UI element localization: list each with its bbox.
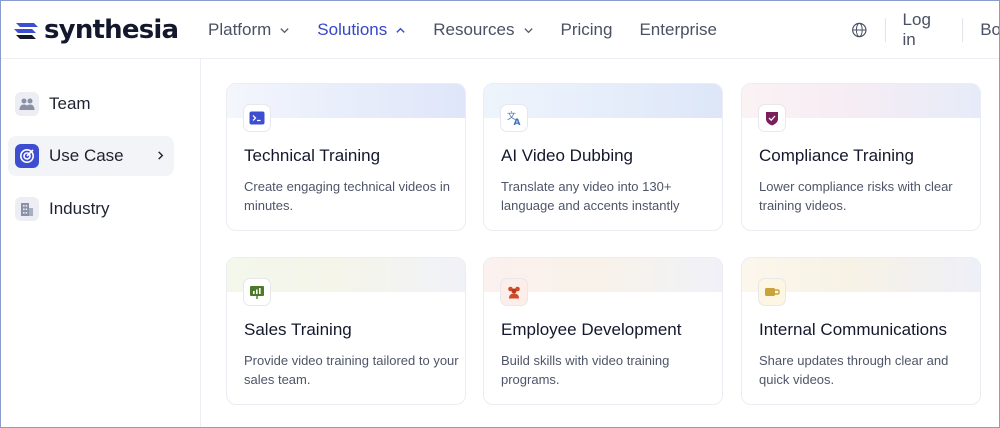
chevron-down-icon [523, 27, 533, 33]
people-icon [500, 278, 528, 306]
nav-resources[interactable]: Resources [433, 1, 533, 59]
translate-icon: 文 A [500, 104, 528, 132]
nav-label: Platform [208, 20, 272, 39]
book-demo-link[interactable]: Bo [980, 20, 999, 40]
building-icon [15, 197, 39, 221]
card-ai-video-dubbing[interactable]: 文 A AI Video Dubbing Translate any video… [483, 83, 723, 231]
sidebar-item-industry[interactable]: Industry [8, 189, 174, 229]
solutions-sidebar: Team Use Case Industry [1, 59, 201, 427]
card-description: Build skills with video training program… [501, 353, 670, 387]
sidebar-item-label: Industry [49, 199, 110, 218]
card-title: AI Video Dubbing [501, 146, 634, 165]
card-compliance-training[interactable]: Compliance Training Lower compliance ris… [741, 83, 981, 231]
header-divider [884, 18, 886, 42]
card-technical-training[interactable]: Technical Training Create engaging techn… [226, 83, 466, 231]
sidebar-item-team[interactable]: Team [8, 84, 174, 124]
top-header: synthesia Platform Solutions Resources P… [1, 1, 999, 59]
login-link[interactable]: Log in [903, 10, 946, 50]
card-title: Internal Communications [759, 320, 948, 339]
nav-enterprise[interactable]: Enterprise [639, 1, 716, 59]
card-description: Lower compliance risks with clear traini… [759, 179, 953, 213]
card-employee-development[interactable]: Employee Development Build skills with v… [483, 257, 723, 405]
header-divider [962, 18, 964, 42]
main-nav: Platform Solutions Resources Pricing Ent… [208, 1, 744, 59]
header-actions: Log in Bo [851, 1, 999, 59]
card-title: Sales Training [244, 320, 352, 339]
synthesia-logo[interactable]: synthesia [12, 15, 179, 45]
nav-label: Resources [433, 20, 515, 39]
chevron-up-icon [396, 27, 405, 33]
nav-platform[interactable]: Platform [208, 1, 290, 59]
svg-text:A: A [514, 118, 521, 126]
sidebar-item-label: Use Case [49, 146, 124, 165]
terminal-icon [243, 104, 271, 132]
logo-text: synthesia [44, 15, 179, 45]
sidebar-item-use-case[interactable]: Use Case [8, 136, 174, 176]
presentation-icon [243, 278, 271, 306]
globe-icon[interactable] [851, 21, 868, 39]
card-description: Create engaging technical videos in minu… [244, 179, 450, 213]
card-sales-training[interactable]: Sales Training Provide video training ta… [226, 257, 466, 405]
chevron-down-icon [280, 27, 289, 33]
card-description: Provide video training tailored to your … [244, 353, 459, 387]
chevron-right-icon [158, 151, 164, 160]
shield-icon [758, 104, 786, 132]
megaphone-icon [758, 278, 786, 306]
users-icon [15, 92, 39, 116]
nav-label: Pricing [560, 20, 613, 39]
nav-label: Enterprise [639, 20, 717, 39]
nav-label: Solutions [317, 20, 388, 39]
card-internal-communications[interactable]: Internal Communications Share updates th… [741, 257, 981, 405]
sidebar-item-label: Team [49, 94, 91, 113]
app-frame: synthesia Platform Solutions Resources P… [0, 0, 1000, 428]
nav-solutions[interactable]: Solutions [317, 1, 406, 59]
card-title: Technical Training [244, 146, 381, 165]
target-icon [15, 144, 39, 168]
nav-pricing[interactable]: Pricing [561, 1, 613, 59]
synthesia-logo-icon [14, 23, 38, 39]
card-title: Employee Development [501, 320, 682, 339]
card-title: Compliance Training [759, 146, 914, 165]
card-description: Translate any video into 130+ language a… [501, 179, 680, 213]
card-description: Share updates through clear and quick vi… [759, 353, 949, 387]
